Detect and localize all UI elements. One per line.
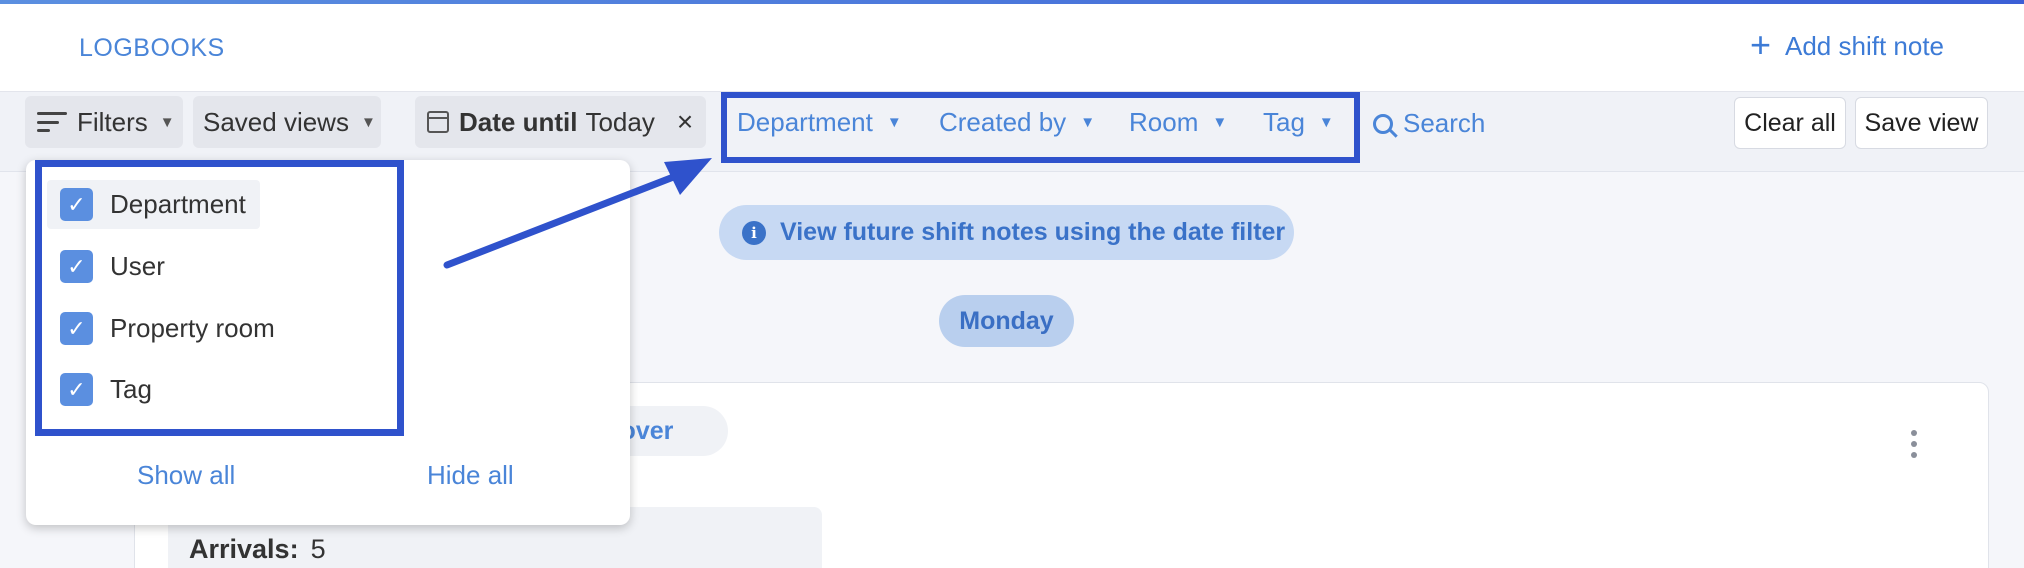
annotation-arrow — [443, 158, 712, 269]
